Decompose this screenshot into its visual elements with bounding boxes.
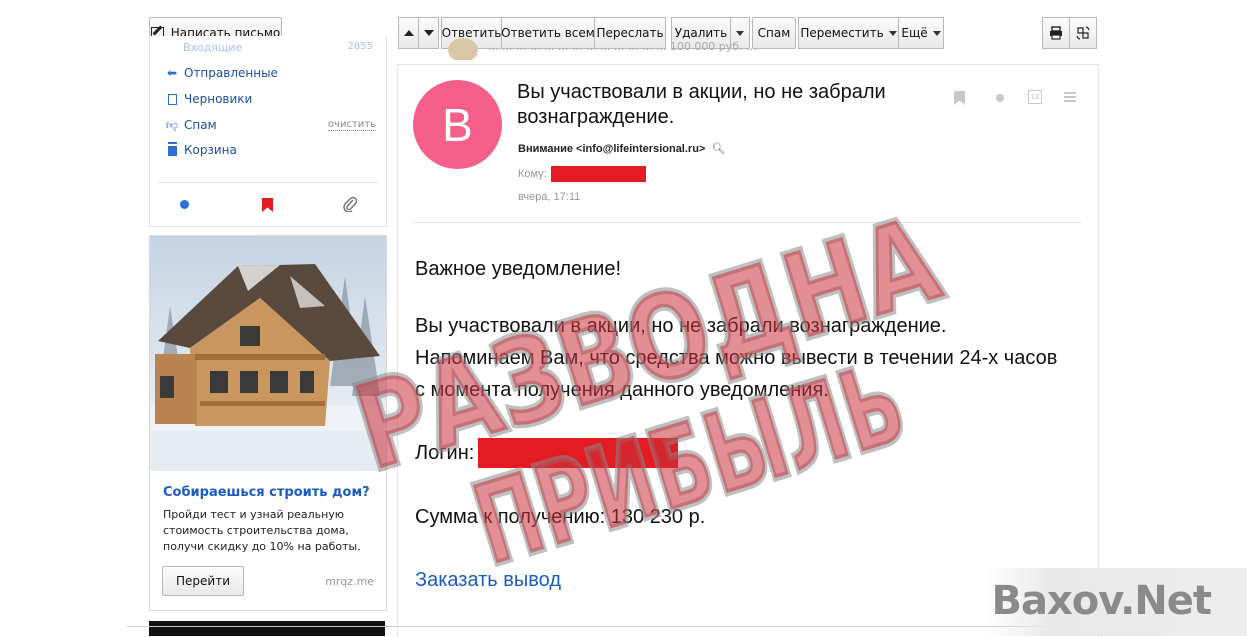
withdraw-link[interactable]: Заказать вывод bbox=[415, 569, 561, 592]
calendar-icon[interactable]: 12 bbox=[1028, 90, 1042, 104]
sidebar-item-label: Отправленные bbox=[184, 66, 278, 80]
sidebar-item-label: Корзина bbox=[184, 143, 237, 157]
inbox-count: 2855 bbox=[347, 41, 373, 52]
sender-avatar: В bbox=[413, 80, 502, 169]
chevron-down-icon bbox=[932, 30, 941, 36]
left-margin bbox=[0, 0, 127, 636]
header-divider bbox=[413, 222, 1081, 223]
avatar-letter: В bbox=[442, 98, 473, 151]
unread-filter-icon[interactable] bbox=[180, 200, 189, 209]
sidebar-item-label: Черновики bbox=[184, 92, 253, 106]
clear-spam-link[interactable]: очистить bbox=[327, 119, 376, 131]
menu-icon[interactable] bbox=[1064, 92, 1076, 102]
watermark-banner: Baxov.Net bbox=[985, 568, 1247, 636]
login-label: Логин: bbox=[415, 441, 475, 464]
reply-arrow-icon: ⬅ bbox=[166, 66, 178, 80]
ad-title[interactable]: Собираешься строить дом? bbox=[163, 485, 370, 500]
sidebar-bottom-bar bbox=[149, 621, 385, 636]
ad-go-button[interactable]: Перейти bbox=[162, 566, 244, 596]
arrow-down-icon bbox=[423, 30, 434, 36]
message-date: вчера, 17:11 bbox=[518, 191, 581, 203]
sidebar-item-trash[interactable]: Корзина bbox=[165, 141, 237, 159]
snippet-avatar bbox=[448, 38, 478, 60]
sum-text: Сумма к получению: 130 230 р. bbox=[415, 506, 706, 528]
sidebar-divider bbox=[158, 182, 378, 183]
watermark-text: Baxov.Net bbox=[991, 578, 1212, 624]
snippet-text: ... ... ... ... ... ... ... ... ... ... … bbox=[488, 40, 757, 53]
recipient-row: Кому: bbox=[518, 166, 646, 182]
message-body: Вы участвовали в акции, но не забрали во… bbox=[415, 315, 1058, 401]
message-subject: Вы участвовали в акции, но не забрали во… bbox=[517, 81, 886, 128]
to-label: Кому: bbox=[518, 168, 547, 180]
document-icon bbox=[165, 92, 179, 106]
ad-text: Пройди тест и узнай реальную стоимость с… bbox=[163, 508, 361, 553]
sidebar-item-label: Спам bbox=[184, 118, 217, 132]
sidebar-item-inbox[interactable]: Входящие 2855 bbox=[165, 39, 375, 53]
nav-arrows bbox=[398, 17, 439, 49]
thumbs-down-icon: 👎︎ bbox=[165, 117, 179, 132]
ad-block[interactable]: Собираешься строить дом? Пройди тест и у… bbox=[149, 235, 387, 611]
read-status-icon[interactable] bbox=[996, 94, 1004, 102]
chevron-down-icon bbox=[888, 30, 897, 36]
ad-go-label: Перейти bbox=[176, 574, 230, 588]
message-list-snippet: ... ... ... ... ... ... ... ... ... ... … bbox=[448, 38, 1088, 60]
bookmark-icon[interactable] bbox=[954, 90, 965, 105]
search-icon[interactable]: 🔍︎ bbox=[711, 143, 725, 155]
ad-source: mrqz.me bbox=[325, 575, 374, 588]
sender-label: Внимание <info@lifeintersional.ru> bbox=[518, 143, 706, 155]
arrow-up-icon bbox=[403, 30, 414, 36]
redacted-login bbox=[478, 438, 679, 468]
message-greeting: Важное уведомление! bbox=[415, 258, 622, 280]
flag-filter-icon[interactable] bbox=[262, 197, 273, 212]
ad-house-image bbox=[150, 236, 386, 471]
sender-address[interactable]: Внимание <info@lifeintersional.ru> 🔍︎ bbox=[518, 142, 725, 155]
redacted-recipient bbox=[550, 166, 646, 182]
next-message-button[interactable] bbox=[418, 17, 439, 49]
attachment-filter-icon[interactable] bbox=[343, 196, 358, 213]
chevron-down-icon bbox=[736, 30, 744, 36]
sidebar-item-drafts[interactable]: Черновики bbox=[165, 90, 252, 108]
login-row: Логин: bbox=[415, 438, 679, 468]
inbox-label: Входящие bbox=[183, 41, 243, 53]
sidebar-item-spam[interactable]: 👎︎ Спам очистить bbox=[165, 116, 376, 134]
prev-message-button[interactable] bbox=[398, 17, 419, 49]
trash-icon bbox=[165, 143, 179, 157]
sidebar-item-sent[interactable]: ⬅ Отправленные bbox=[165, 64, 278, 82]
